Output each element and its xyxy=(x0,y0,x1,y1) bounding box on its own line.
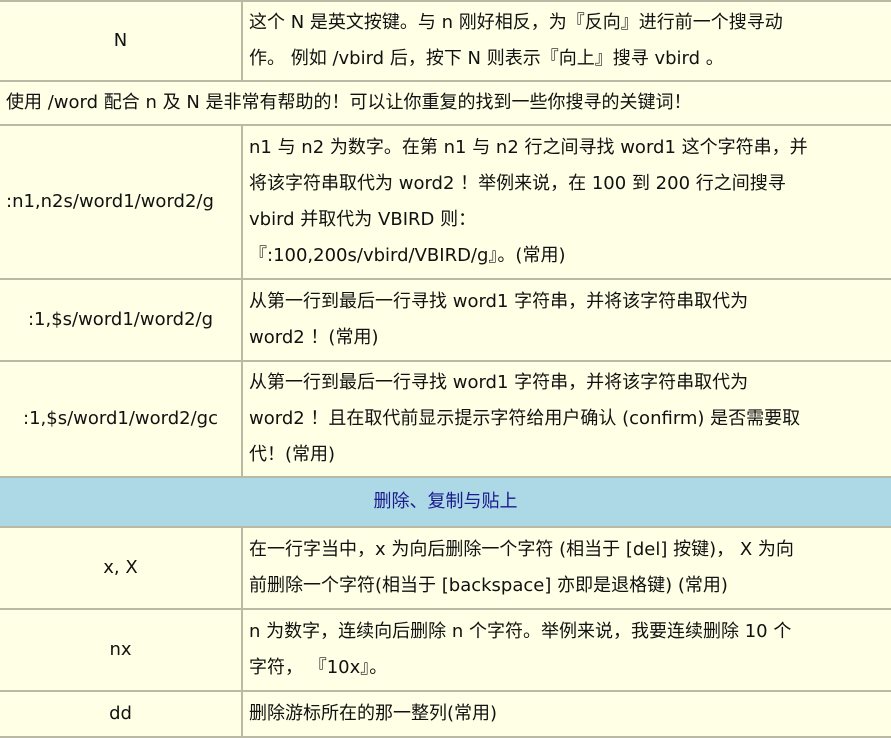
table-row: :n1,n2s/word1/word2/g n1 与 n2 为数字。在第 n1 … xyxy=(0,124,891,280)
description-cell: 从第一行到最后一行寻找 word1 字符串，并将该字符串取代为 word2 ！(… xyxy=(241,278,891,362)
command-cell: nx xyxy=(0,608,243,692)
table-row-note: 使用 /word 配合 n 及 N 是非常有帮助的！可以让你重复的找到一些你搜寻… xyxy=(0,80,891,126)
description-line: 作。 例如 /vbird 后，按下 N 则表示『向上』搜寻 vbird 。 xyxy=(249,48,724,69)
command-cell: :1,$s/word1/word2/gc xyxy=(0,360,243,478)
description-line: 字符， 『10x』。 xyxy=(249,657,388,678)
description-cell: 在一行字当中，x 为向后删除一个字符 (相当于 [del] 按键)， X 为向 … xyxy=(241,526,891,610)
command-cell: dd xyxy=(0,690,243,738)
description-line: 这个 N 是英文按键。与 n 刚好相反，为『反向』进行前一个搜寻动 xyxy=(249,12,783,33)
description-line: 前删除一个字符(相当于 [backspace] 亦即是退格键) (常用) xyxy=(249,575,728,596)
table-row: N 这个 N 是英文按键。与 n 刚好相反，为『反向』进行前一个搜寻动 作。 例… xyxy=(0,0,891,82)
note-cell: 使用 /word 配合 n 及 N 是非常有帮助的！可以让你重复的找到一些你搜寻… xyxy=(0,80,891,126)
description-line: 『:100,200s/vbird/VBIRD/g』。(常用) xyxy=(249,245,566,266)
description-line: 从第一行到最后一行寻找 word1 字符串，并将该字符串取代为 xyxy=(249,291,749,312)
section-title: 删除、复制与贴上 xyxy=(0,476,891,528)
description-line: 将该字符串取代为 word2 ！举例来说，在 100 到 200 行之间搜寻 xyxy=(249,173,786,194)
description-line: n 为数字，连续向后删除 n 个字符。举例来说，我要连续删除 10 个 xyxy=(249,621,792,642)
description-cell: 删除游标所在的那一整列(常用) xyxy=(241,690,891,738)
description-line: 在一行字当中，x 为向后删除一个字符 (相当于 [del] 按键)， X 为向 xyxy=(249,539,794,560)
command-cell: :1,$s/word1/word2/g xyxy=(0,278,243,362)
vim-command-table: N 这个 N 是英文按键。与 n 刚好相反，为『反向』进行前一个搜寻动 作。 例… xyxy=(0,0,891,738)
description-cell: 从第一行到最后一行寻找 word1 字符串，并将该字符串取代为 word2 ！且… xyxy=(241,360,891,478)
description-cell: n1 与 n2 为数字。在第 n1 与 n2 行之间寻找 word1 这个字符串… xyxy=(241,124,891,280)
description-line: 代！(常用) xyxy=(249,444,336,465)
description-line: n1 与 n2 为数字。在第 n1 与 n2 行之间寻找 word1 这个字符串… xyxy=(249,137,808,158)
description-line: vbird 并取代为 VBIRD 则： xyxy=(249,209,477,230)
description-cell: n 为数字，连续向后删除 n 个字符。举例来说，我要连续删除 10 个 字符， … xyxy=(241,608,891,692)
command-cell: N xyxy=(0,0,243,82)
description-cell: 这个 N 是英文按键。与 n 刚好相反，为『反向』进行前一个搜寻动 作。 例如 … xyxy=(241,0,891,82)
section-header-row: 删除、复制与贴上 xyxy=(0,476,891,528)
description-line: 从第一行到最后一行寻找 word1 字符串，并将该字符串取代为 xyxy=(249,372,749,393)
command-cell: x, X xyxy=(0,526,243,610)
table-row: :1,$s/word1/word2/gc 从第一行到最后一行寻找 word1 字… xyxy=(0,360,891,478)
table-row: nx n 为数字，连续向后删除 n 个字符。举例来说，我要连续删除 10 个 字… xyxy=(0,608,891,692)
description-line: word2 ！且在取代前显示提示字符给用户确认 (confirm) 是否需要取 xyxy=(249,408,801,429)
description-line: word2 ！(常用) xyxy=(249,327,379,348)
table-row: x, X 在一行字当中，x 为向后删除一个字符 (相当于 [del] 按键)， … xyxy=(0,526,891,610)
command-cell: :n1,n2s/word1/word2/g xyxy=(0,124,243,280)
table-row: dd 删除游标所在的那一整列(常用) xyxy=(0,690,891,738)
table-row: :1,$s/word1/word2/g 从第一行到最后一行寻找 word1 字符… xyxy=(0,278,891,362)
description-line: 删除游标所在的那一整列(常用) xyxy=(249,703,498,724)
